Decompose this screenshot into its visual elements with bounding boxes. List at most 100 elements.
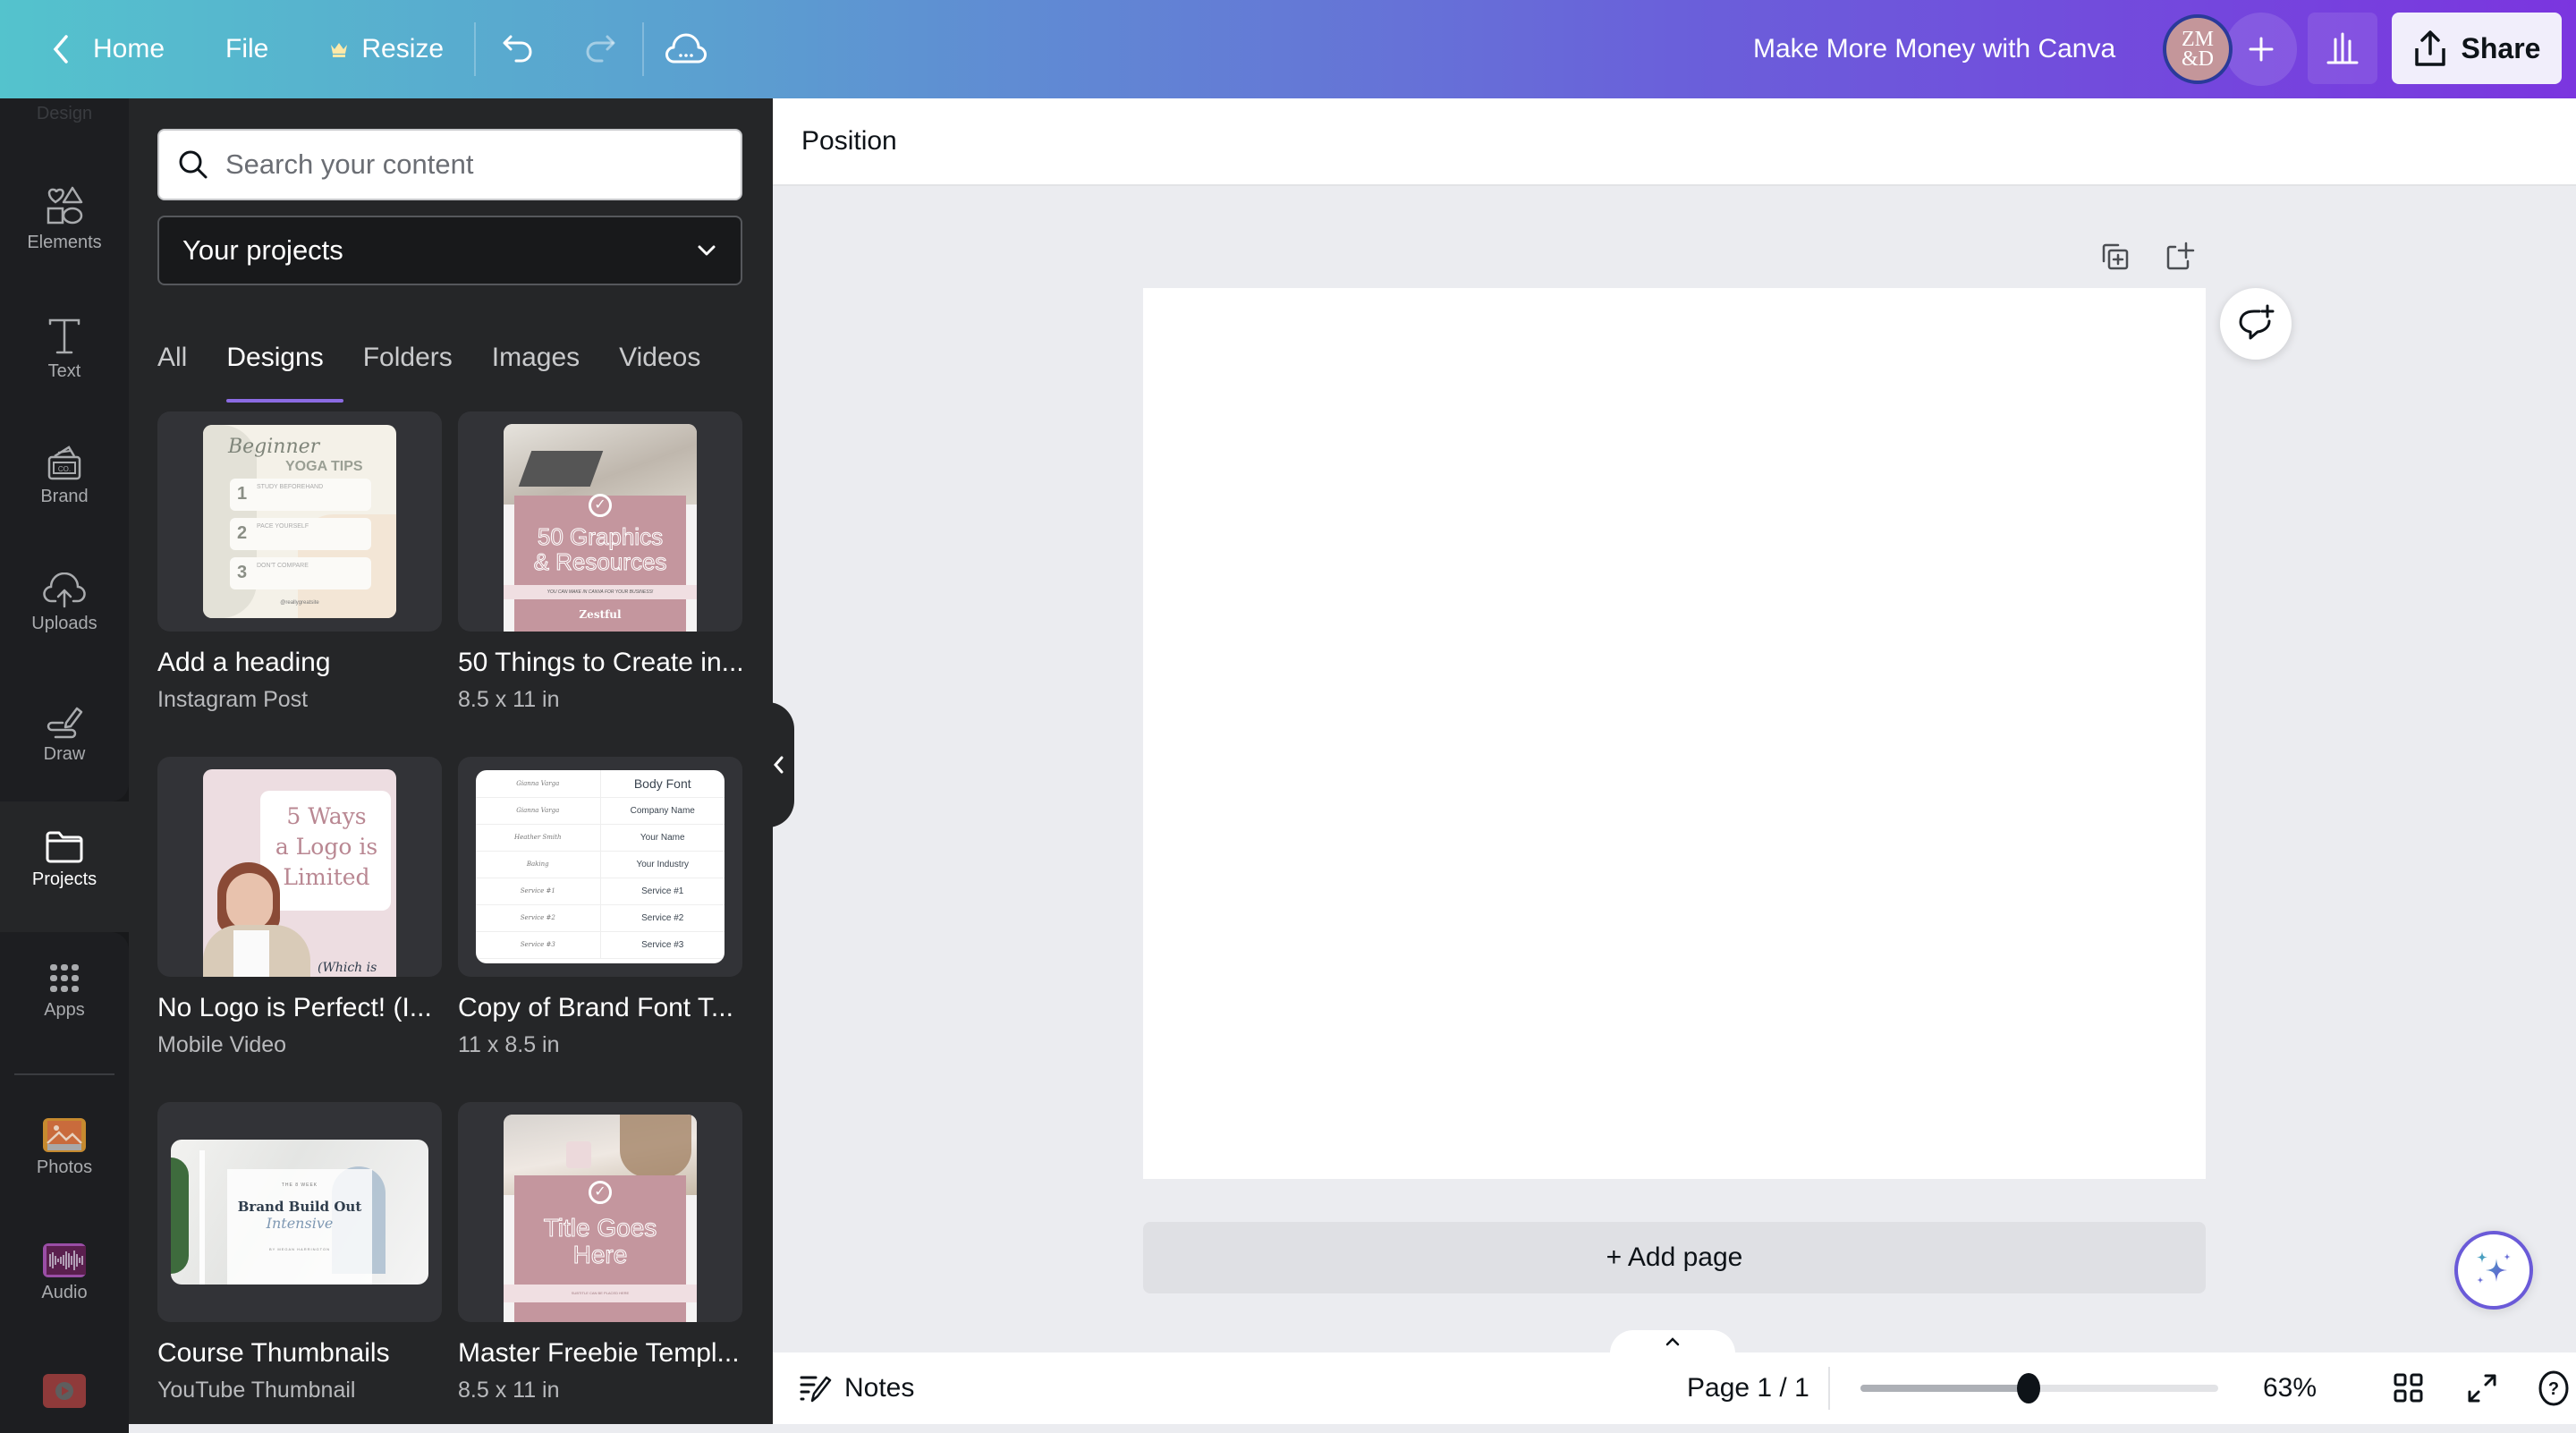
sidebar-item-apps[interactable]: Apps (0, 962, 129, 1021)
redo-icon (586, 35, 615, 63)
font-table-row: Gianna Varga Company Name (476, 797, 724, 825)
grid-view-icon (2394, 1373, 2423, 1403)
grid-view-button[interactable] (2386, 1366, 2431, 1411)
magic-assistant-button[interactable] (2454, 1231, 2533, 1310)
undo-button[interactable] (487, 18, 549, 81)
sidebar-item-elements[interactable]: Elements (0, 184, 129, 253)
zoom-slider-handle[interactable] (2017, 1373, 2040, 1403)
position-button[interactable]: Position (801, 126, 897, 157)
design-card[interactable]: THE 8 WEEK Brand Build Out Intensive BY … (157, 1102, 442, 1403)
design-title: 50 Things to Create in... (458, 648, 744, 677)
context-toolbar: Position (773, 98, 2576, 186)
design-card[interactable]: ✓ Title Goes Here SUBTITLE CAN BE PLACED … (458, 1102, 742, 1403)
tab-folders[interactable]: Folders (343, 322, 472, 394)
thumb-text: PACE YOURSELF (257, 523, 309, 530)
home-button[interactable]: Home (36, 18, 184, 81)
sidebar-item-label: Projects (31, 869, 97, 889)
invite-button[interactable] (2225, 13, 2297, 86)
crown-icon (331, 43, 348, 57)
font-sample-cell: Baking (476, 851, 601, 878)
file-menu-button[interactable]: File (206, 18, 288, 81)
thumb-text: SUBTITLE CAN BE PLACED HERE (504, 1285, 697, 1302)
search-input[interactable] (225, 148, 691, 181)
add-page-button[interactable]: + Add page (1143, 1222, 2206, 1293)
design-thumbnail[interactable]: Beginner YOGA TIPS 1 STUDY BEFOREHAND 2 PA… (157, 411, 442, 632)
design-title: No Logo is Perfect! (I... (157, 993, 432, 1022)
help-button[interactable]: ? (2531, 1366, 2576, 1411)
zoom-slider[interactable] (1860, 1373, 2218, 1403)
add-page-icon (2166, 242, 2195, 270)
design-card[interactable]: 5 Ways a Logo is Limited (Which is No Logo… (157, 757, 442, 1058)
fullscreen-button[interactable] (2460, 1366, 2504, 1411)
font-sample-cell: Service #2 (476, 904, 601, 932)
search-box[interactable] (157, 129, 742, 200)
zoom-percentage[interactable]: 63% (2263, 1373, 2317, 1403)
undo-icon (503, 35, 532, 63)
thumb-text: (Which is (318, 961, 377, 975)
help-icon: ? (2538, 1370, 2569, 1406)
design-thumbnail[interactable]: THE 8 WEEK Brand Build Out Intensive BY … (157, 1102, 442, 1322)
tab-all[interactable]: All (157, 322, 207, 394)
thumb-text: YOU CAN MAKE IN CANVA FOR YOUR BUSINESS! (504, 585, 697, 599)
share-button[interactable]: Share (2392, 13, 2562, 84)
sidebar-item-design[interactable]: Design (0, 104, 129, 124)
font-sample-cell: Gianna Varga (476, 797, 601, 825)
projects-panel: Your projects All Designs Folders Images… (129, 98, 773, 1424)
yoga-tips-preview: Beginner YOGA TIPS 1 STUDY BEFOREHAND 2 PA… (203, 425, 396, 618)
thumb-text: Zestful (579, 608, 622, 621)
save-status-button[interactable] (655, 18, 717, 81)
toolbar-divider (642, 22, 645, 76)
font-sample-cell: Heather Smith (476, 824, 601, 852)
home-label: Home (93, 34, 165, 64)
add-page-icon-button[interactable] (2157, 234, 2202, 279)
sidebar-item-uploads[interactable]: Uploads (0, 572, 129, 634)
chevron-left-icon (53, 35, 68, 64)
redo-button[interactable] (569, 18, 631, 81)
tab-videos[interactable]: Videos (599, 322, 720, 394)
sidebar-item-draw[interactable]: Draw (0, 703, 129, 765)
font-label-cell: Your Name (600, 824, 724, 852)
notes-button[interactable]: Notes (800, 1373, 914, 1403)
projects-filter-select[interactable]: Your projects (157, 216, 742, 285)
sidebar-item-audio[interactable]: Audio (0, 1243, 129, 1303)
page-indicator[interactable]: Page 1 / 1 (1687, 1373, 1809, 1403)
sidebar-item-video[interactable] (0, 1374, 129, 1408)
font-table-row: Gianna Varga Body Font (476, 770, 724, 798)
collapse-panel-handle[interactable] (762, 702, 794, 827)
design-card[interactable]: Gianna Varga Body Font Gianna Varga Company… (458, 757, 742, 1058)
sidebar-item-photos[interactable]: Photos (0, 1118, 129, 1178)
thumb-text: YOGA TIPS (285, 459, 363, 474)
sidebar-item-text[interactable]: Text (0, 317, 129, 382)
show-pages-toggle[interactable] (1610, 1330, 1735, 1353)
design-title: Add a heading (157, 648, 331, 677)
font-table-row: Baking Your Industry (476, 851, 724, 878)
insights-button[interactable] (2308, 13, 2377, 84)
design-thumbnail[interactable]: Gianna Varga Body Font Gianna Varga Company… (458, 757, 742, 977)
document-title[interactable]: Make More Money with Canva (1753, 0, 2115, 98)
font-label-cell: Your Industry (600, 851, 724, 878)
sidebar-item-label: Design (36, 104, 93, 123)
font-sample-cell: Gianna Varga (476, 770, 601, 798)
font-label-cell: Service #1 (600, 878, 724, 905)
design-thumbnail[interactable]: ✓ Title Goes Here SUBTITLE CAN BE PLACED … (458, 1102, 742, 1322)
design-title: Master Freebie Templ... (458, 1338, 740, 1368)
tab-designs[interactable]: Designs (207, 322, 344, 403)
design-thumbnail[interactable]: 5 Ways a Logo is Limited (Which is (157, 757, 442, 977)
design-card[interactable]: ✓ 50 Graphics & Resources YOU CAN MAKE IN… (458, 411, 744, 713)
sidebar-item-brand[interactable]: CO. Brand (0, 444, 129, 507)
resize-button[interactable]: Resize (309, 18, 463, 81)
sidebar-item-label: Apps (44, 1000, 85, 1020)
thumb-text: Brand Build Out (237, 1199, 362, 1215)
tab-images[interactable]: Images (472, 322, 599, 394)
duplicate-page-button[interactable] (2093, 234, 2138, 279)
design-thumbnail[interactable]: ✓ 50 Graphics & Resources YOU CAN MAKE IN… (458, 411, 742, 632)
thumb-text: & Resources (533, 548, 667, 575)
sidebar-item-label: Audio (41, 1283, 88, 1302)
add-comment-button[interactable] (2220, 288, 2292, 360)
sidebar-item-label: Brand (40, 487, 89, 506)
chevron-up-icon (1665, 1337, 1680, 1346)
avatar[interactable]: ZM &D (2163, 14, 2233, 84)
design-card[interactable]: Beginner YOGA TIPS 1 STUDY BEFOREHAND 2 PA… (157, 411, 442, 713)
design-page-canvas[interactable] (1143, 288, 2206, 1179)
sidebar-item-projects[interactable]: Projects (0, 830, 129, 890)
